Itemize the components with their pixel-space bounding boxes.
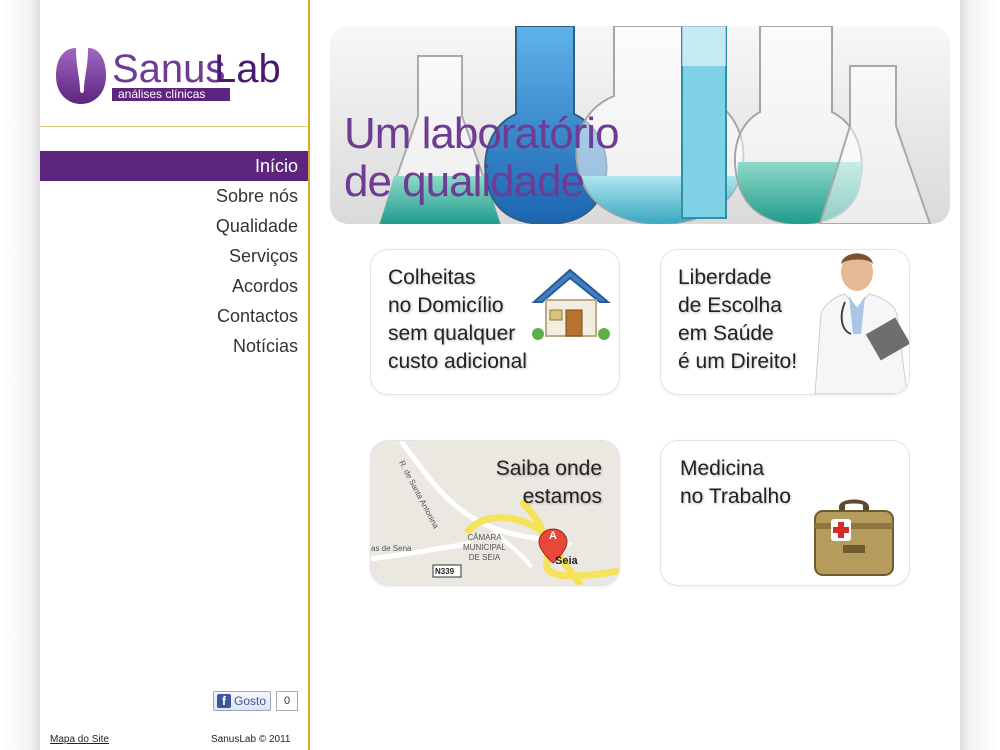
facebook-like-label: Gosto: [234, 694, 267, 708]
facebook-icon: f: [217, 694, 231, 708]
tile-doctor-text: Liberdade de Escolha em Saúde é um Direi…: [678, 264, 797, 376]
tile-home-collection[interactable]: Colheitas no Domicílio sem qualquer cust…: [370, 249, 620, 395]
logo-name-part2: Lab: [214, 47, 281, 91]
banner-line-1: Um laboratório: [344, 109, 620, 158]
banner-line-2: de qualidade: [344, 157, 585, 206]
map-landmark-label: CÂMARA MUNICIPAL DE SEIA: [463, 533, 506, 563]
map-landmark-line-3: DE SEIA: [468, 553, 501, 562]
map-place-label: Seia: [555, 555, 578, 567]
tile-home-line-3: sem qualquer: [388, 322, 516, 345]
tile-doctor-line-4: é um Direito!: [678, 350, 798, 373]
tile-doctor-line-2: de Escolha: [678, 294, 782, 317]
sitemap-link[interactable]: Mapa do Site: [50, 734, 109, 745]
map-landmark-line-2: MUNICIPAL: [463, 543, 506, 552]
nav-item-sobre-nos[interactable]: Sobre nós: [40, 181, 308, 211]
tile-occupational-medicine[interactable]: Medicina no Trabalho: [660, 440, 910, 586]
house-icon: [531, 268, 611, 340]
tile-home-line-4: custo adicional: [388, 350, 527, 373]
map-road-left-label: as de Sena: [371, 544, 412, 553]
tile-map-line-1: Saiba onde: [495, 457, 602, 480]
nav-item-servicos[interactable]: Serviços: [40, 241, 308, 271]
tile-map-line-2: estamos: [522, 485, 602, 508]
tile-work-text: Medicina no Trabalho: [680, 455, 791, 511]
tile-work-line-1: Medicina: [680, 457, 765, 480]
medical-bag-icon: [814, 499, 894, 576]
logo-name-part1: Sanus: [112, 47, 225, 91]
banner-headline: Um laboratório de qualidade: [344, 109, 620, 206]
nav-item-inicio[interactable]: Início: [40, 151, 308, 181]
nav-item-qualidade[interactable]: Qualidade: [40, 211, 308, 241]
sanuslab-logo[interactable]: Sanus Lab análises clínicas: [54, 44, 304, 110]
logo-divider: [40, 126, 308, 127]
tile-doctor-line-3: em Saúde: [678, 322, 774, 345]
tile-home-line-2: no Domicílio: [388, 294, 504, 317]
tile-freedom-choice[interactable]: Liberdade de Escolha em Saúde é um Direi…: [660, 249, 910, 395]
tile-home-line-1: Colheitas: [388, 266, 476, 289]
tile-map-text: Saiba onde estamos: [478, 455, 602, 511]
tile-work-line-2: no Trabalho: [680, 485, 791, 508]
hero-banner: Um laboratório de qualidade: [330, 26, 950, 224]
page-shadow-right: [960, 0, 1000, 750]
page-shadow-left: [0, 0, 40, 750]
main-nav: Início Sobre nós Qualidade Serviços Acor…: [40, 151, 308, 361]
map-road-label: N339: [435, 567, 455, 576]
sidebar: Sanus Lab análises clínicas Início Sobre…: [40, 0, 310, 750]
logo-tagline: análises clínicas: [118, 87, 205, 101]
nav-item-acordos[interactable]: Acordos: [40, 271, 308, 301]
map-landmark-line-1: CÂMARA: [467, 533, 502, 542]
tile-home-text: Colheitas no Domicílio sem qualquer cust…: [388, 264, 527, 376]
copyright-text: SanusLab © 2011: [211, 734, 291, 745]
nav-item-noticias[interactable]: Notícias: [40, 331, 308, 361]
map-marker-letter: A: [549, 530, 557, 542]
facebook-like-button[interactable]: f Gosto: [213, 691, 271, 711]
doctor-icon: [814, 253, 909, 394]
tile-doctor-line-1: Liberdade: [678, 266, 772, 289]
facebook-like-count: 0: [276, 691, 298, 711]
tile-location-map[interactable]: R. de Santa Antonina CÂMARA MUNICIPAL DE…: [370, 440, 620, 586]
logo-graphic: Sanus Lab análises clínicas: [56, 47, 281, 104]
nav-item-contactos[interactable]: Contactos: [40, 301, 308, 331]
